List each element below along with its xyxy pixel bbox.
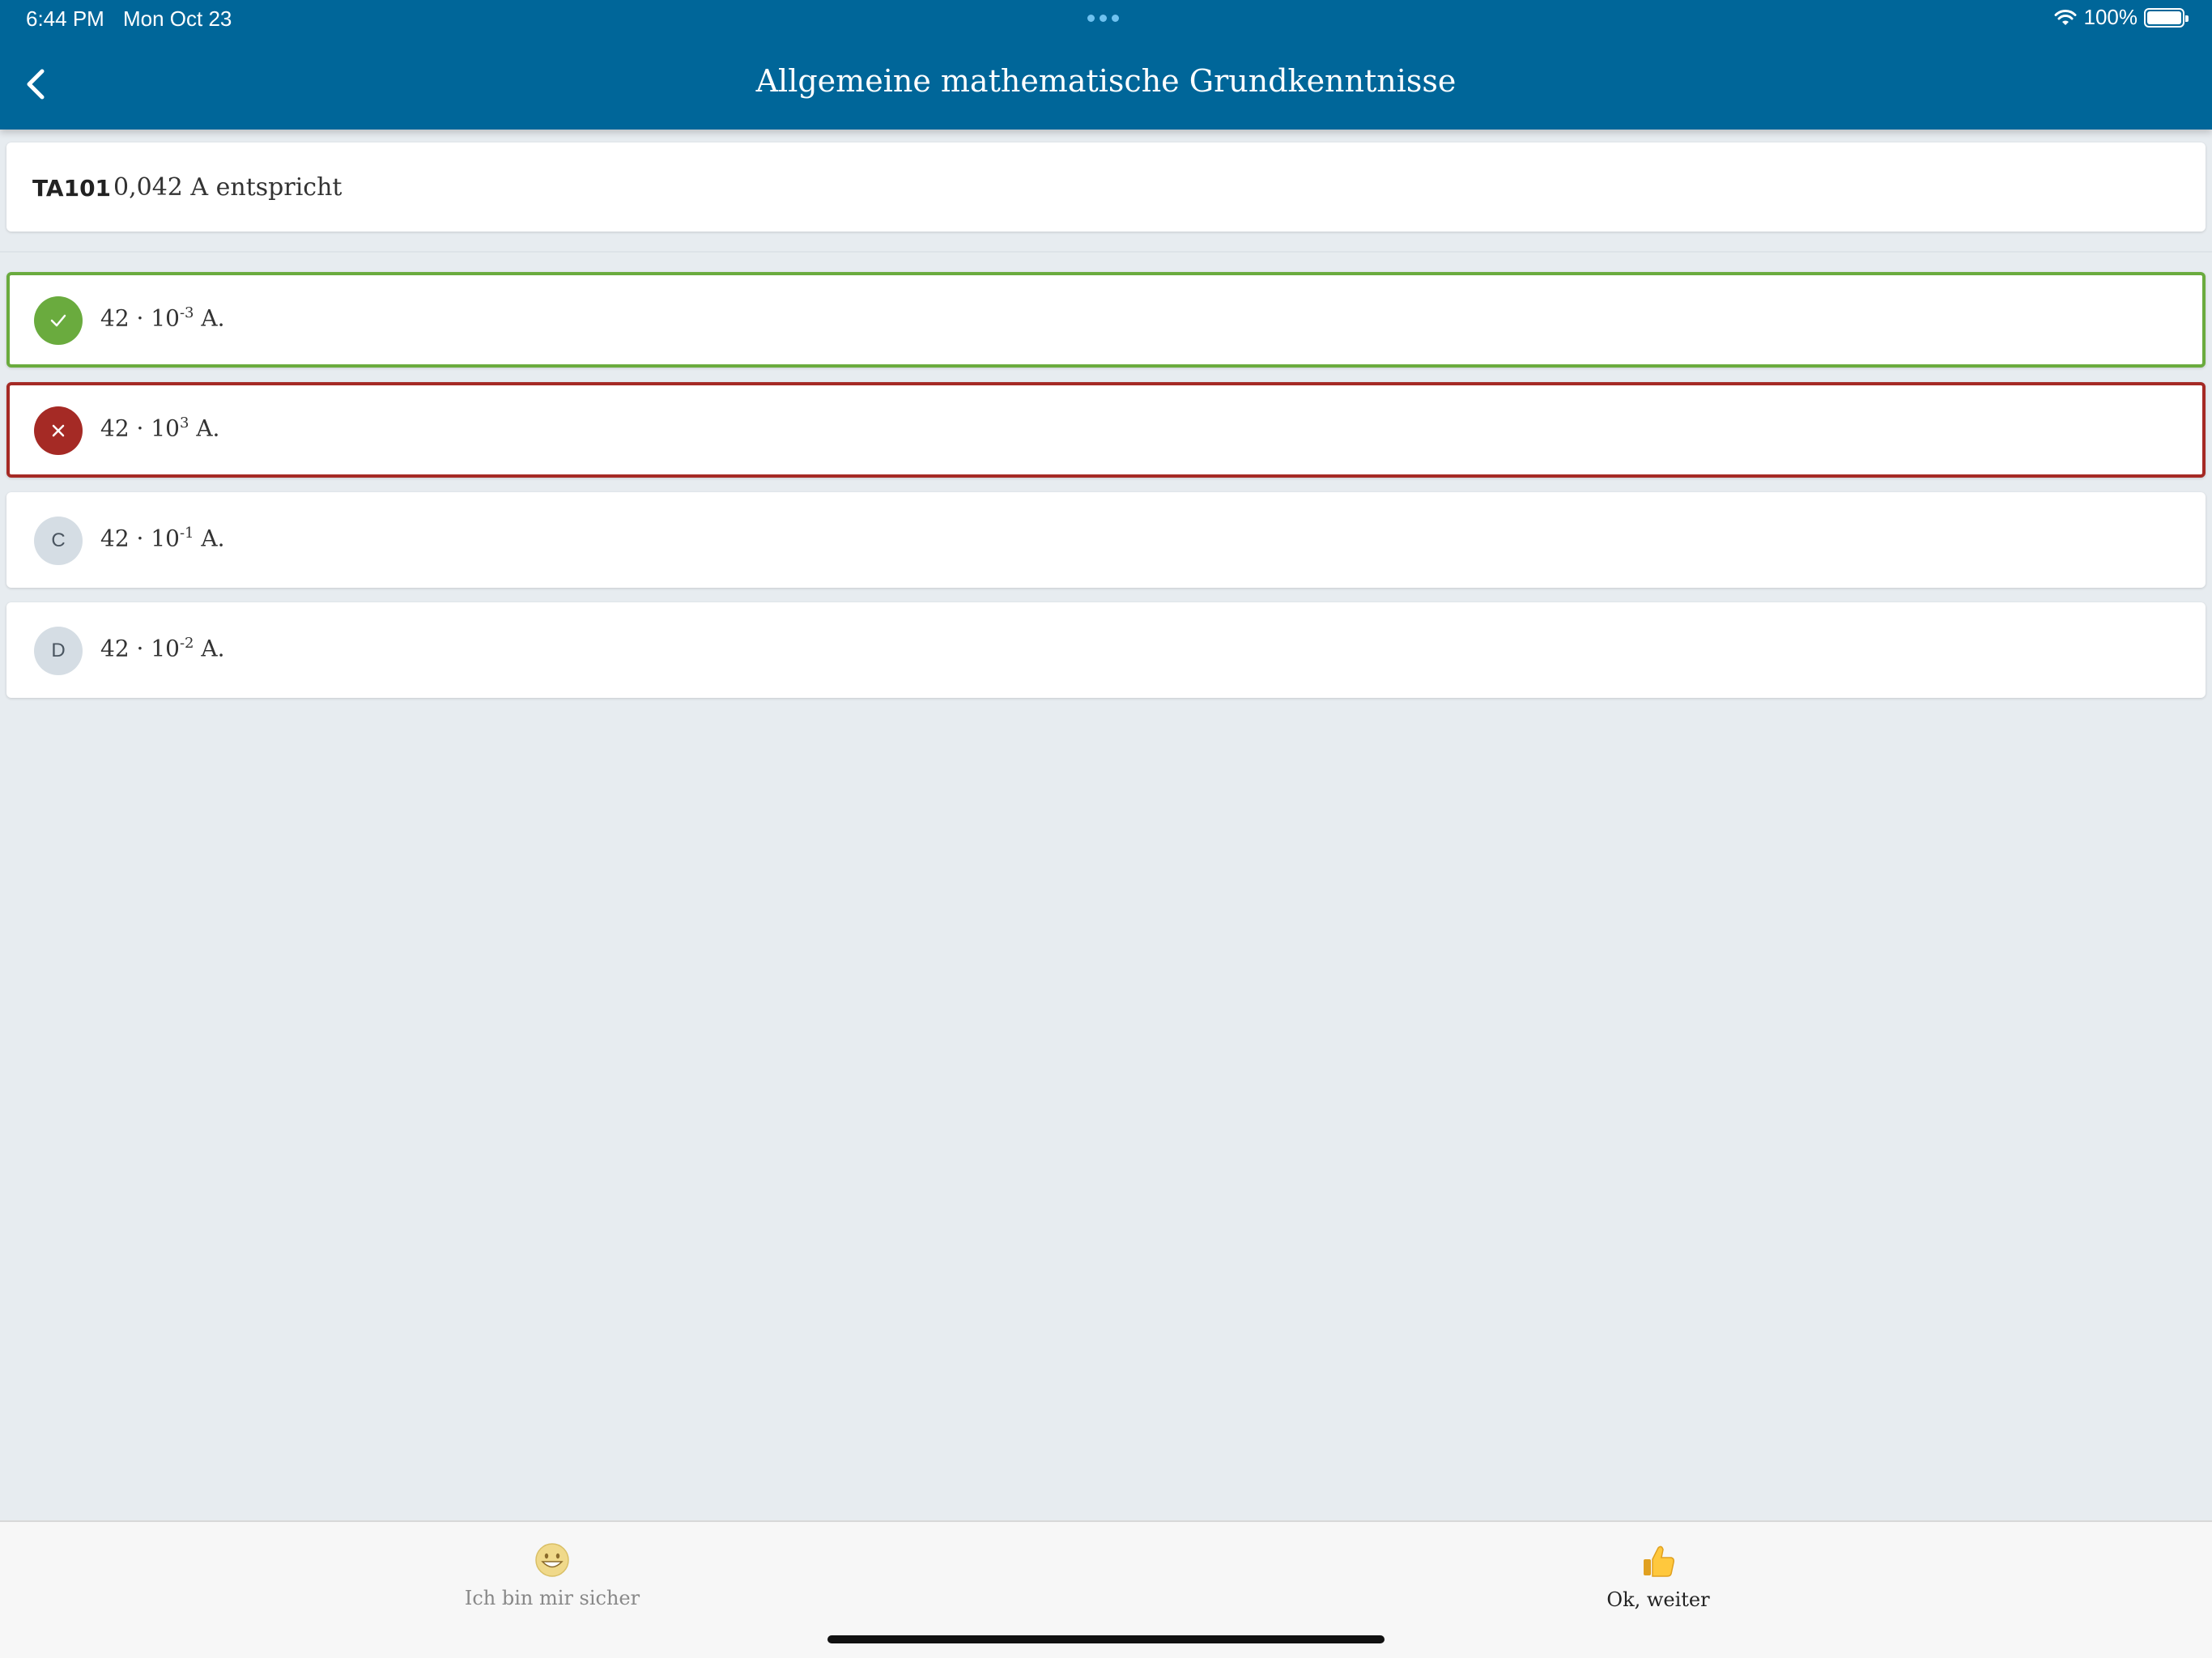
sure-button[interactable]: Ich bin mir sicher (431, 1541, 674, 1609)
checkmark-icon (34, 296, 83, 345)
close-icon (34, 406, 83, 455)
answer-letter-badge: D (34, 627, 83, 675)
answer-text: 42 · 10-3 A. (100, 304, 225, 332)
answer-letter-badge: C (34, 517, 83, 565)
answer-option-d[interactable]: D 42 · 10-2 A. (6, 602, 2206, 698)
grinning-face-icon (535, 1543, 569, 1577)
divider (0, 251, 2212, 253)
app-header: 6:44 PM Mon Oct 23 100% Allgemeine mathe… (0, 0, 2212, 130)
next-button[interactable]: Ok, weiter (1537, 1541, 1780, 1611)
status-bar: 6:44 PM Mon Oct 23 100% (0, 0, 2212, 39)
next-label: Ok, weiter (1606, 1588, 1710, 1611)
answer-text: 42 · 103 A. (100, 414, 220, 442)
answer-text: 42 · 10-2 A. (100, 635, 225, 662)
status-date: Mon Oct 23 (123, 6, 232, 31)
status-indicators: 100% (2053, 5, 2189, 30)
answer-text: 42 · 10-1 A. (100, 525, 225, 552)
question-code: TA101 (32, 175, 112, 202)
wifi-icon (2054, 9, 2076, 25)
home-indicator[interactable] (827, 1635, 1385, 1643)
battery-icon (2144, 7, 2189, 28)
question-card: TA101 0,042 A entspricht (6, 142, 2206, 232)
battery-percentage: 100% (2083, 5, 2138, 29)
multitasking-dots-icon[interactable] (1087, 15, 1119, 22)
page-title: Allgemeine mathematische Grundkenntnisse (755, 63, 1457, 99)
thumbs-up-icon (1644, 1545, 1674, 1577)
status-time: 6:44 PM (26, 6, 104, 31)
question-text: 0,042 A entspricht (113, 173, 342, 202)
answer-option-c[interactable]: C 42 · 10-1 A. (6, 492, 2206, 588)
answer-option-b[interactable]: 42 · 103 A. (6, 382, 2206, 478)
answer-option-a[interactable]: 42 · 10-3 A. (6, 272, 2206, 368)
sure-label: Ich bin mir sicher (464, 1587, 640, 1609)
